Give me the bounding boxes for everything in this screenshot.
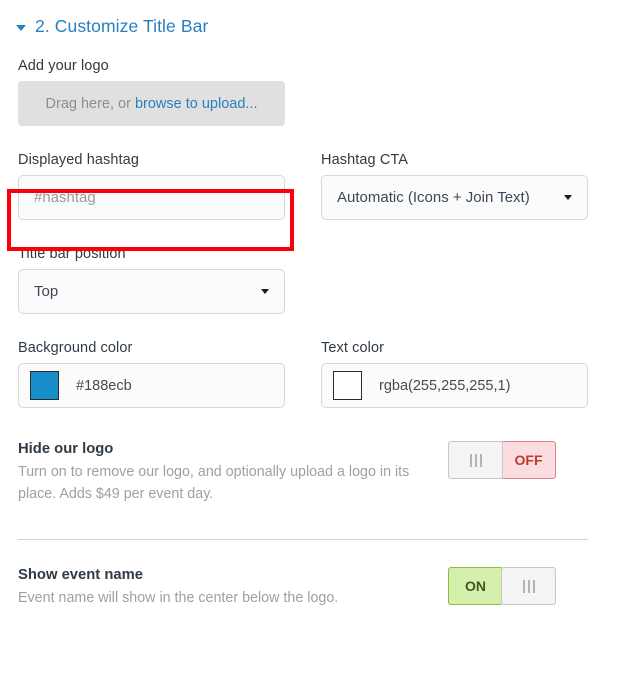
logo-dropzone[interactable]: Drag here, or browse to upload... bbox=[18, 81, 285, 126]
hashtag-cta-label: Hashtag CTA bbox=[321, 152, 409, 168]
hashtag-cta-group: Hashtag CTA Automatic (Icons + Join Text… bbox=[321, 152, 588, 220]
toggle-handle-icon[interactable] bbox=[501, 567, 556, 606]
caret-down-icon[interactable] bbox=[16, 25, 26, 31]
hide-our-logo-toggle[interactable]: OFF bbox=[448, 441, 556, 479]
browse-to-upload-link[interactable]: browse to upload... bbox=[135, 96, 258, 112]
color-row: Background color #188ecb Text color rgba… bbox=[0, 340, 620, 408]
text-color-label: Text color bbox=[321, 340, 385, 356]
text-color-field[interactable]: rgba(255,255,255,1) bbox=[321, 363, 588, 408]
hashtag-row: Displayed hashtag Hashtag CTA Automatic … bbox=[0, 152, 620, 220]
logo-upload-label: Add your logo bbox=[18, 58, 109, 74]
background-color-field[interactable]: #188ecb bbox=[18, 363, 285, 408]
toggle-handle-icon[interactable] bbox=[448, 441, 503, 479]
title-bar-position-label: Title bar position bbox=[18, 246, 126, 262]
background-color-swatch[interactable] bbox=[30, 371, 59, 400]
background-color-group: Background color #188ecb bbox=[18, 340, 285, 408]
show-event-name-texts: Show event name Event name will show in … bbox=[18, 567, 448, 610]
hide-our-logo-texts: Hide our logo Turn on to remove our logo… bbox=[18, 441, 448, 505]
show-event-name-toggle-state: ON bbox=[448, 567, 503, 606]
page-title: 2. Customize Title Bar bbox=[35, 16, 209, 36]
hide-our-logo-description: Turn on to remove our logo, and optional… bbox=[18, 464, 410, 502]
background-color-value: #188ecb bbox=[76, 377, 132, 394]
show-event-name-description: Event name will show in the center below… bbox=[18, 590, 339, 607]
hashtag-cta-value: Automatic (Icons + Join Text) bbox=[337, 189, 530, 206]
hide-our-logo-row: Hide our logo Turn on to remove our logo… bbox=[0, 441, 620, 505]
text-color-value: rgba(255,255,255,1) bbox=[379, 377, 511, 394]
show-event-name-title: Show event name bbox=[18, 567, 143, 584]
section-header[interactable]: 2. Customize Title Bar bbox=[0, 0, 620, 37]
dropzone-hint-text: Drag here, or bbox=[45, 95, 131, 112]
displayed-hashtag-group: Displayed hashtag bbox=[18, 152, 285, 220]
title-bar-position-select[interactable]: Top bbox=[18, 269, 285, 314]
displayed-hashtag-label: Displayed hashtag bbox=[18, 152, 139, 168]
logo-upload-group: Add your logo Drag here, or browse to up… bbox=[0, 58, 620, 126]
background-color-label: Background color bbox=[18, 340, 133, 356]
show-event-name-row: Show event name Event name will show in … bbox=[0, 567, 620, 610]
chevron-down-icon[interactable] bbox=[564, 195, 572, 200]
title-bar-position-value: Top bbox=[34, 283, 59, 300]
text-color-group: Text color rgba(255,255,255,1) bbox=[321, 340, 588, 408]
hide-our-logo-toggle-state: OFF bbox=[501, 441, 556, 479]
chevron-down-icon[interactable] bbox=[261, 289, 269, 294]
section-divider bbox=[18, 539, 588, 541]
hashtag-cta-select[interactable]: Automatic (Icons + Join Text) bbox=[321, 175, 588, 220]
text-color-swatch[interactable] bbox=[333, 371, 362, 400]
hide-our-logo-title: Hide our logo bbox=[18, 441, 114, 457]
displayed-hashtag-input[interactable] bbox=[18, 175, 285, 220]
show-event-name-toggle[interactable]: ON bbox=[448, 567, 556, 606]
title-bar-position-group: Title bar position Top bbox=[0, 246, 620, 314]
